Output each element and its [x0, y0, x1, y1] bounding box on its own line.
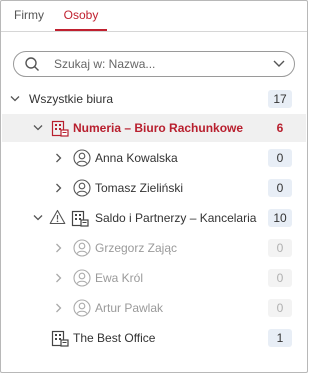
tab-osoby[interactable]: Osoby	[55, 7, 107, 31]
count-badge: 0	[268, 299, 292, 317]
tree-person-grzegorz-zajac[interactable]: Grzegorz Zając 0	[2, 234, 306, 262]
search-icon	[25, 57, 39, 71]
user-icon	[73, 239, 91, 257]
chevron-down-icon[interactable]	[33, 214, 43, 222]
count-badge: 10	[268, 209, 292, 227]
tree-person-anna-kowalska[interactable]: Anna Kowalska 0	[2, 144, 306, 172]
office-building-icon	[51, 120, 69, 137]
office-tree-panel: Firmy Osoby Szukaj w: Nazwa... Wszystkie…	[0, 0, 308, 373]
office-building-icon	[71, 210, 89, 227]
chevron-right-icon[interactable]	[55, 153, 63, 163]
count-badge: 0	[268, 239, 292, 257]
search-field[interactable]: Szukaj w: Nazwa...	[13, 51, 295, 77]
chevron-right-icon[interactable]	[55, 303, 63, 313]
count-badge: 0	[268, 269, 292, 287]
count-badge: 0	[268, 179, 292, 197]
person-label: Tomasz Zieliński	[95, 181, 184, 195]
tree-office-numeria[interactable]: Numeria – Biuro Rachunkowe 6	[2, 114, 306, 142]
count-badge: 6	[276, 121, 284, 135]
chevron-right-icon[interactable]	[55, 183, 63, 193]
tab-bar: Firmy Osoby	[1, 1, 307, 32]
office-building-icon	[51, 330, 69, 347]
person-label: Artur Pawlak	[95, 301, 164, 315]
tree-person-ewa-krol[interactable]: Ewa Król 0	[2, 264, 306, 292]
count-badge: 17	[268, 90, 292, 108]
tree-root[interactable]: Wszystkie biura 17	[2, 85, 306, 113]
user-icon	[73, 149, 91, 167]
tree-office-saldo[interactable]: Saldo i Partnerzy – Kancelaria 10	[2, 204, 306, 232]
person-label: Grzegorz Zając	[95, 241, 178, 255]
tab-firmy[interactable]: Firmy	[13, 7, 45, 31]
office-label: The Best Office	[73, 331, 156, 345]
office-label: Saldo i Partnerzy – Kancelaria	[95, 211, 257, 225]
person-label: Ewa Król	[95, 271, 144, 285]
chevron-right-icon[interactable]	[55, 273, 63, 283]
person-label: Anna Kowalska	[95, 151, 178, 165]
tree-root-label: Wszystkie biura	[29, 92, 114, 106]
chevron-down-icon[interactable]	[33, 124, 43, 132]
tree-office-the-best-office[interactable]: The Best Office 1	[2, 324, 306, 352]
office-label: Numeria – Biuro Rachunkowe	[73, 121, 244, 135]
search-placeholder: Szukaj w: Nazwa...	[54, 57, 156, 71]
user-icon	[73, 269, 91, 287]
chevron-down-icon[interactable]	[273, 60, 285, 68]
user-icon	[73, 299, 91, 317]
user-icon	[73, 179, 91, 197]
chevron-right-icon[interactable]	[55, 243, 63, 253]
count-badge: 0	[268, 149, 292, 167]
count-badge: 1	[268, 329, 292, 347]
chevron-down-icon[interactable]	[10, 95, 20, 103]
tree-person-tomasz-zielinski[interactable]: Tomasz Zieliński 0	[2, 174, 306, 202]
warning-icon	[49, 209, 66, 225]
tree-person-artur-pawlak[interactable]: Artur Pawlak 0	[2, 294, 306, 322]
